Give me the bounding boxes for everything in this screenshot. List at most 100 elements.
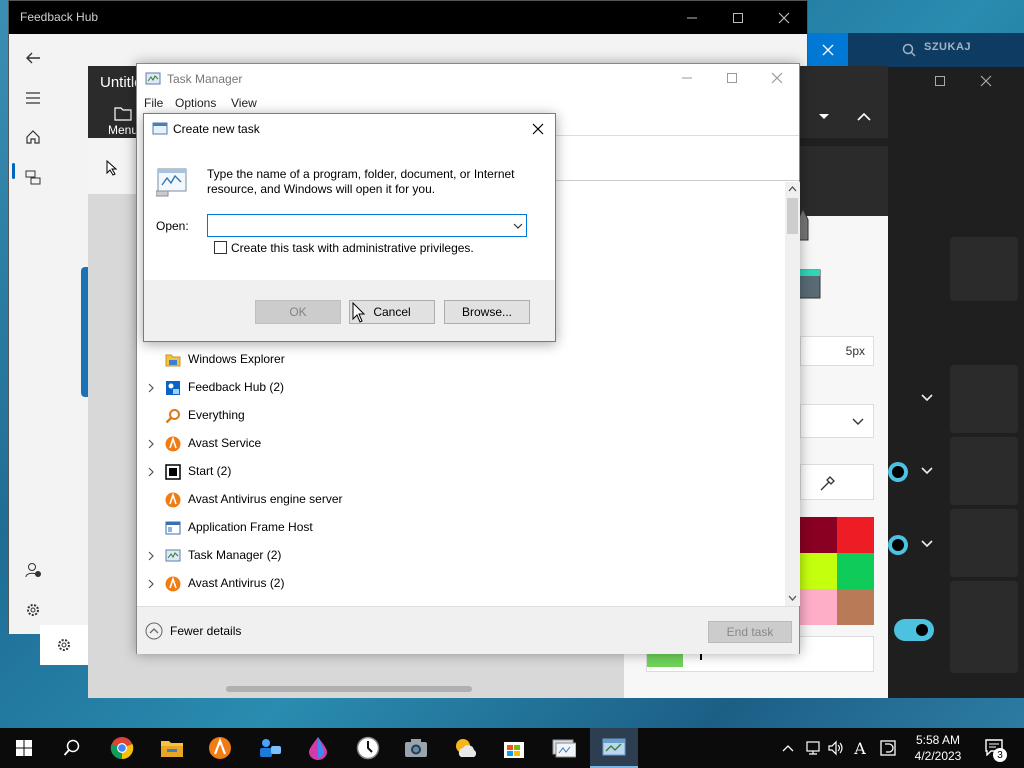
feedback-hub-title: Feedback Hub (20, 10, 99, 24)
dialog-title: Create new task (173, 122, 260, 136)
taskbar-paint[interactable] (298, 732, 338, 764)
weather-icon (456, 739, 477, 757)
toggle-switch[interactable] (894, 619, 934, 641)
start-window-icon (165, 464, 181, 480)
taskbar-task-manager[interactable] (590, 728, 638, 768)
process-list-scrollbar[interactable] (785, 182, 800, 606)
network-button[interactable] (803, 738, 823, 758)
process-row[interactable]: Windows Explorer (137, 346, 783, 374)
start-button[interactable] (4, 732, 44, 764)
admin-privileges-checkbox[interactable] (214, 241, 227, 254)
toggle-switch[interactable] (888, 462, 908, 482)
dark-window-top: SZUKAJ (808, 33, 1024, 67)
dark-card (950, 437, 1018, 505)
dark-card (950, 509, 1018, 577)
brush-size-field[interactable]: 5px (800, 336, 874, 366)
shape-dropdown[interactable] (800, 404, 874, 438)
color-swatch[interactable] (837, 517, 874, 553)
chevron-down-icon (921, 540, 933, 548)
search-icon (902, 43, 916, 57)
process-row[interactable]: Avast Service (137, 430, 783, 458)
chrome-icon (110, 737, 134, 760)
tm-minimize-button[interactable] (664, 64, 710, 92)
maximize-icon (733, 12, 743, 23)
browse-button[interactable]: Browse... (444, 300, 530, 324)
task-manager-footer: Fewer details End task (137, 606, 799, 654)
nav-home[interactable] (21, 125, 45, 149)
nav-add-user[interactable] (21, 558, 45, 582)
close-button[interactable] (761, 1, 807, 34)
nav-feedback[interactable] (21, 165, 45, 189)
process-row[interactable]: Task Manager (2) (137, 542, 783, 570)
fewer-details-label: Fewer details (170, 624, 242, 638)
show-hidden-icons-button[interactable] (778, 738, 798, 758)
ime-button[interactable] (878, 738, 898, 758)
taskbar-weather[interactable] (446, 732, 486, 764)
search-icon (63, 739, 80, 756)
maximize-button[interactable] (715, 1, 761, 34)
minimize-button[interactable] (669, 1, 715, 34)
process-row[interactable]: Avast Antivirus (2) (137, 570, 783, 598)
dark-card (950, 365, 1018, 433)
search-button[interactable] (52, 732, 92, 764)
back-button[interactable] (21, 46, 45, 70)
fewer-details-button[interactable]: Fewer details (145, 622, 241, 640)
application-frame-icon (165, 521, 181, 535)
paint-horizontal-scrollbar[interactable] (226, 686, 472, 692)
avast-icon (165, 576, 181, 592)
blue-close-button[interactable] (808, 33, 848, 67)
tab-strip (555, 114, 799, 136)
tm-close-button[interactable] (754, 64, 800, 92)
dark-card (950, 237, 1018, 301)
scrollbar-thumb[interactable] (787, 198, 798, 234)
hamburger-button[interactable] (21, 86, 45, 110)
process-row[interactable]: Avast Antivirus engine server (137, 486, 783, 514)
taskbar-file-explorer[interactable] (152, 732, 192, 764)
close-icon (822, 44, 834, 56)
taskbar-clock-app[interactable] (348, 732, 388, 764)
process-row[interactable]: Everything (137, 402, 783, 430)
eyedropper-button[interactable] (800, 464, 874, 500)
admin-privileges-label[interactable]: Create this task with administrative pri… (231, 241, 474, 255)
chevron-down-icon (852, 418, 864, 425)
volume-icon (828, 740, 843, 756)
taskbar-control-panel[interactable] (544, 732, 584, 764)
taskbar-camera[interactable] (396, 732, 436, 764)
process-row[interactable]: Start (2) (137, 458, 783, 486)
clock-date[interactable]: 4/2/2023 (908, 749, 968, 763)
search-label[interactable]: SZUKAJ (924, 41, 971, 53)
ime-icon (880, 740, 896, 756)
tm-maximize-button[interactable] (709, 64, 755, 92)
input-language-button[interactable]: A (850, 738, 870, 758)
color-swatch[interactable] (837, 589, 874, 625)
color-swatch[interactable] (800, 517, 837, 553)
eyedropper-icon (820, 476, 835, 491)
process-row[interactable]: Application Frame Host (137, 514, 783, 542)
chevron-right-icon (148, 383, 154, 393)
feedback-settings-button[interactable] (40, 625, 88, 665)
taskbar-chrome[interactable] (102, 732, 142, 764)
taskbar-store[interactable] (494, 732, 534, 764)
open-input[interactable] (207, 214, 527, 237)
select-pointer-icon (106, 160, 118, 176)
end-task-button[interactable]: End task (708, 621, 792, 643)
add-user-icon (25, 563, 41, 578)
toggle-switch[interactable] (888, 535, 908, 555)
process-row[interactable]: Feedback Hub (2) (137, 374, 783, 402)
menu-file[interactable]: File (144, 96, 163, 110)
menu-view[interactable]: View (231, 96, 257, 110)
color-swatch[interactable] (800, 589, 837, 625)
dialog-close-button[interactable] (525, 118, 551, 140)
clock-time[interactable]: 5:58 AM (908, 733, 968, 747)
color-swatch[interactable] (800, 553, 837, 589)
menu-options[interactable]: Options (175, 96, 216, 110)
nav-settings[interactable] (21, 598, 45, 622)
task-manager-titlebar: Task Manager (137, 64, 799, 94)
network-icon (806, 741, 820, 755)
ok-button[interactable]: OK (255, 300, 341, 324)
color-swatch[interactable] (837, 553, 874, 589)
taskbar-avast[interactable] (200, 732, 240, 764)
feedback-hub-nav (9, 34, 57, 634)
taskbar-feedback-hub[interactable] (250, 732, 290, 764)
volume-button[interactable] (826, 738, 846, 758)
